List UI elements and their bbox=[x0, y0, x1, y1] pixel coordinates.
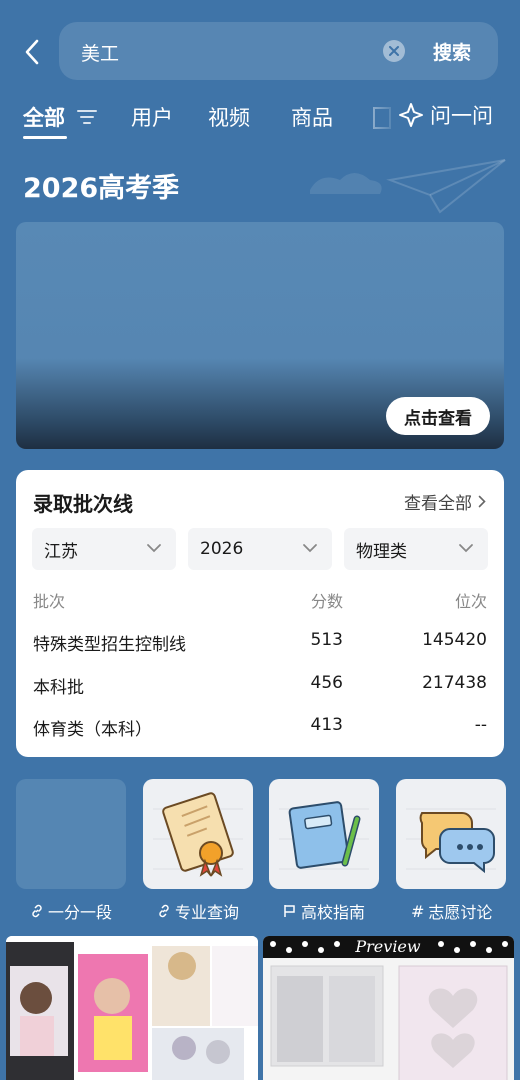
chevron-down-icon bbox=[303, 544, 317, 553]
quick-link-score-segment[interactable] bbox=[16, 779, 126, 889]
chevron-right-icon bbox=[478, 495, 486, 508]
hash-icon: # bbox=[411, 901, 425, 921]
tab-videos[interactable]: 视频 bbox=[208, 102, 250, 132]
row-batch: 本科批 bbox=[33, 678, 84, 698]
tab-active-indicator bbox=[23, 136, 67, 139]
search-input[interactable]: 美工 搜索 bbox=[59, 22, 498, 80]
chevron-left-icon bbox=[25, 39, 39, 65]
row-rank: 217438 bbox=[422, 673, 487, 693]
close-icon bbox=[389, 46, 399, 56]
row-score: 413 bbox=[310, 715, 343, 735]
quick-link-label[interactable]: 高校指南 bbox=[283, 899, 365, 923]
chat-icon bbox=[406, 808, 496, 874]
tab-bar: 全部 用户 视频 商品 问一问 bbox=[0, 96, 520, 146]
view-all-link[interactable]: 查看全部 bbox=[404, 489, 486, 514]
view-all-label: 查看全部 bbox=[404, 494, 472, 514]
book-icon bbox=[279, 801, 369, 870]
clear-search-button[interactable] bbox=[383, 40, 405, 62]
link-icon bbox=[159, 904, 169, 918]
admission-score-card: 录取批次线 查看全部 江苏 2026 物理类 批次 分数 位次 特殊类型招生控制… bbox=[16, 470, 504, 757]
column-header-rank: 位次 bbox=[454, 592, 487, 611]
row-rank: 145420 bbox=[422, 630, 487, 650]
quick-link-major-search[interactable] bbox=[143, 779, 253, 889]
year-value: 2026 bbox=[200, 539, 244, 559]
tab-all[interactable]: 全部 bbox=[23, 102, 65, 132]
certificate-icon bbox=[153, 792, 243, 877]
column-header-score: 分数 bbox=[310, 592, 343, 611]
quick-link-discussion[interactable] bbox=[396, 779, 506, 889]
tab-products[interactable]: 商品 bbox=[291, 102, 333, 132]
chevron-down-icon bbox=[459, 544, 473, 553]
subject-value: 物理类 bbox=[356, 541, 407, 562]
ask-label: 问一问 bbox=[430, 104, 493, 128]
tab-fade bbox=[366, 96, 400, 136]
flag-icon bbox=[284, 905, 295, 917]
tab-users[interactable]: 用户 bbox=[131, 102, 173, 132]
search-query: 美工 bbox=[81, 43, 120, 65]
search-submit-button[interactable]: 搜索 bbox=[433, 38, 471, 65]
column-header-batch: 批次 bbox=[33, 592, 66, 611]
filter-icon[interactable] bbox=[76, 108, 98, 126]
quick-link-label[interactable]: 一分一段 bbox=[30, 899, 112, 923]
feed-card[interactable] bbox=[6, 936, 258, 1080]
chevron-down-icon bbox=[147, 544, 161, 553]
province-value: 江苏 bbox=[44, 541, 78, 562]
quick-link-college-guide[interactable] bbox=[269, 779, 379, 889]
province-select[interactable]: 江苏 bbox=[32, 528, 176, 570]
row-batch: 体育类（本科） bbox=[33, 720, 152, 740]
back-button[interactable] bbox=[18, 36, 46, 68]
quick-link-label[interactable]: # 志愿讨论 bbox=[411, 899, 492, 923]
card-title: 录取批次线 bbox=[33, 492, 133, 516]
row-rank: -- bbox=[474, 715, 487, 735]
row-score: 513 bbox=[310, 630, 343, 650]
preview-header-text: Preview bbox=[354, 937, 421, 956]
year-select[interactable]: 2026 bbox=[188, 528, 332, 570]
ask-button[interactable]: 问一问 bbox=[398, 100, 493, 130]
feed-thumbnail-preview: Preview bbox=[263, 936, 514, 1080]
quick-link-label[interactable]: 专业查询 bbox=[157, 899, 239, 923]
feed-thumbnail-collage bbox=[6, 936, 258, 1080]
feed-card[interactable]: Preview bbox=[263, 936, 514, 1080]
subject-select[interactable]: 物理类 bbox=[344, 528, 488, 570]
link-icon bbox=[32, 904, 42, 918]
sparkle-icon bbox=[399, 103, 423, 127]
section-title: 2026高考季 bbox=[23, 173, 180, 204]
row-score: 456 bbox=[310, 673, 343, 693]
top-bar: 美工 搜索 bbox=[0, 22, 520, 82]
banner[interactable]: 点击查看 bbox=[16, 222, 504, 449]
row-batch: 特殊类型招生控制线 bbox=[33, 635, 186, 655]
banner-view-button[interactable]: 点击查看 bbox=[386, 397, 490, 435]
